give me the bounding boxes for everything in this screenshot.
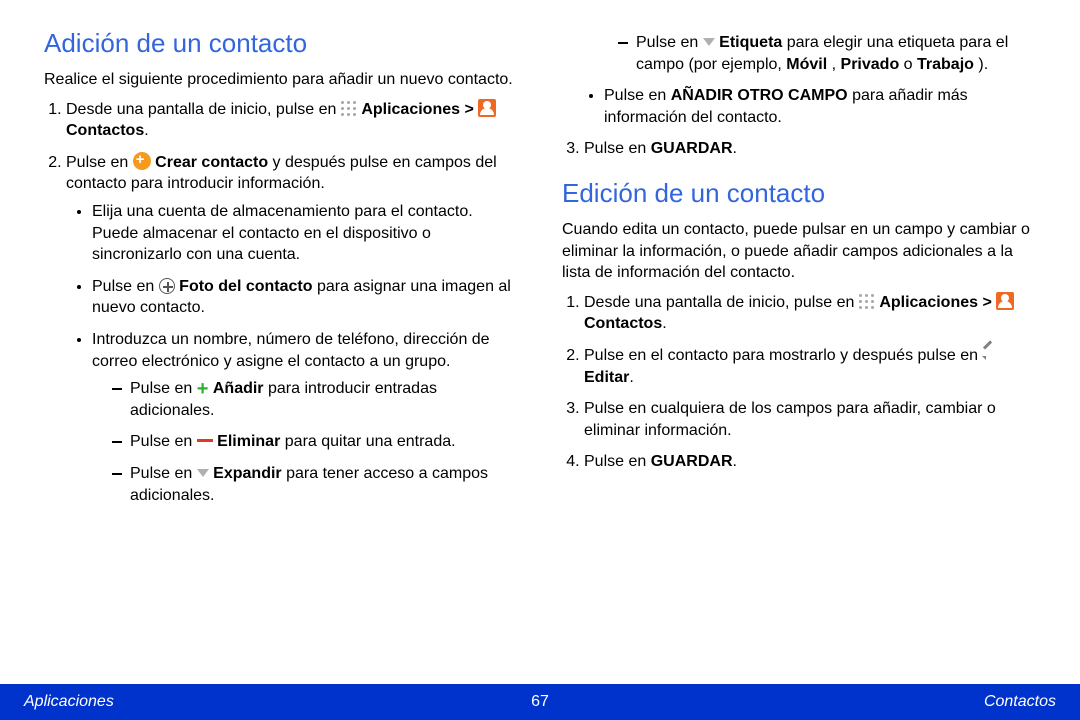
edit-step-2: Pulse en el contacto para mostrarlo y de…	[584, 345, 1036, 388]
bullet-enter-info: Introduzca un nombre, número de teléfono…	[92, 329, 518, 506]
contacts-label: Contactos	[584, 315, 662, 332]
text: .	[733, 140, 737, 157]
label-mobile: Móvil	[786, 56, 827, 73]
apps-grid-icon	[859, 294, 875, 310]
add-step-3: Pulse en GUARDAR.	[584, 138, 1036, 160]
text: o	[904, 56, 917, 73]
edit-step-4: Pulse en GUARDAR.	[584, 451, 1036, 473]
save-label: GUARDAR	[651, 140, 733, 157]
text: .	[733, 453, 737, 470]
text: Pulse en	[92, 278, 159, 295]
dash-expand: Pulse en Expandir para tener acceso a ca…	[112, 463, 518, 506]
footer-section-left: Aplicaciones	[24, 693, 114, 711]
step2-continued-bullets: Pulse en AÑADIR OTRO CAMPO para añadir m…	[562, 85, 1036, 128]
footer-page-number: 67	[531, 693, 549, 711]
intro-add-contact: Realice el siguiente procedimiento para …	[44, 69, 518, 91]
contacts-icon	[478, 99, 496, 117]
text: .	[629, 369, 633, 386]
add-contact-steps-cont: Pulse en GUARDAR.	[562, 138, 1036, 160]
text: Pulse en	[584, 453, 651, 470]
right-column: Pulse en Etiqueta para elegir una etique…	[562, 28, 1036, 670]
label-dropdown-icon	[703, 38, 715, 46]
contact-photo-label: Foto del contacto	[179, 278, 312, 295]
text: Pulse en	[130, 380, 197, 397]
text: .	[662, 315, 666, 332]
text: Pulse en	[584, 140, 651, 157]
label-bold: Etiqueta	[719, 34, 782, 51]
heading-edit-contact: Edición de un contacto	[562, 178, 1036, 209]
entry-actions: Pulse en + Añadir para introducir entrad…	[92, 378, 518, 506]
dash-label: Pulse en Etiqueta para elegir una etique…	[618, 32, 1036, 75]
add-label: Añadir	[213, 380, 264, 397]
bullet-storage-account: Elija una cuenta de almacenamiento para …	[92, 201, 518, 266]
edit-step-1: Desde una pantalla de inicio, pulse en A…	[584, 292, 1036, 335]
add-icon: +	[197, 378, 209, 400]
contacts-label: Contactos	[66, 122, 144, 139]
text: Pulse en	[130, 465, 197, 482]
edit-step-3: Pulse en cualquiera de los campos para a…	[584, 398, 1036, 441]
page-footer: Aplicaciones 67 Contactos	[0, 684, 1080, 720]
create-contact-label: Crear contacto	[155, 154, 268, 171]
step2-continued-dashes: Pulse en Etiqueta para elegir una etique…	[562, 32, 1036, 75]
dash-add: Pulse en + Añadir para introducir entrad…	[112, 378, 518, 421]
contacts-icon	[996, 292, 1014, 310]
text: Pulse en el contacto para mostrarlo y de…	[584, 347, 982, 364]
apps-grid-icon	[341, 101, 357, 117]
label-private: Privado	[841, 56, 900, 73]
intro-edit-contact: Cuando edita un contacto, puede pulsar e…	[562, 219, 1036, 284]
text: Introduzca un nombre, número de teléfono…	[92, 331, 490, 370]
expand-label: Expandir	[213, 465, 281, 482]
text: .	[144, 122, 148, 139]
create-contact-icon	[133, 152, 151, 170]
heading-add-contact: Adición de un contacto	[44, 28, 518, 59]
remove-icon	[197, 439, 213, 442]
text: Pulse en	[66, 154, 133, 171]
expand-icon	[197, 469, 209, 477]
text: Pulse en	[604, 87, 671, 104]
add-step-1: Desde una pantalla de inicio, pulse en A…	[66, 99, 518, 142]
save-label: GUARDAR	[651, 453, 733, 470]
add-step-2: Pulse en Crear contacto y después pulse …	[66, 152, 518, 506]
remove-label: Eliminar	[217, 433, 280, 450]
text: para quitar una entrada.	[285, 433, 456, 450]
add-contact-steps: Desde una pantalla de inicio, pulse en A…	[44, 99, 518, 507]
text: Pulse en	[130, 433, 197, 450]
text: Desde una pantalla de inicio, pulse en	[66, 101, 341, 118]
contact-photo-icon	[159, 278, 175, 294]
edit-pencil-icon	[982, 346, 996, 360]
bullet-add-field: Pulse en AÑADIR OTRO CAMPO para añadir m…	[604, 85, 1036, 128]
left-column: Adición de un contacto Realice el siguie…	[44, 28, 518, 670]
bullet-contact-photo: Pulse en Foto del contacto para asignar …	[92, 276, 518, 319]
apps-label: Aplicaciones >	[879, 294, 996, 311]
add-field-label: AÑADIR OTRO CAMPO	[671, 87, 848, 104]
text: ).	[978, 56, 988, 73]
label-work: Trabajo	[917, 56, 974, 73]
footer-section-right: Contactos	[984, 693, 1056, 711]
text: Pulse en	[636, 34, 703, 51]
edit-label: Editar	[584, 369, 629, 386]
text: ,	[832, 56, 841, 73]
text: Desde una pantalla de inicio, pulse en	[584, 294, 859, 311]
apps-label: Aplicaciones >	[361, 101, 478, 118]
add-step-2-bullets: Elija una cuenta de almacenamiento para …	[66, 201, 518, 506]
edit-contact-steps: Desde una pantalla de inicio, pulse en A…	[562, 292, 1036, 473]
dash-remove: Pulse en Eliminar para quitar una entrad…	[112, 431, 518, 453]
